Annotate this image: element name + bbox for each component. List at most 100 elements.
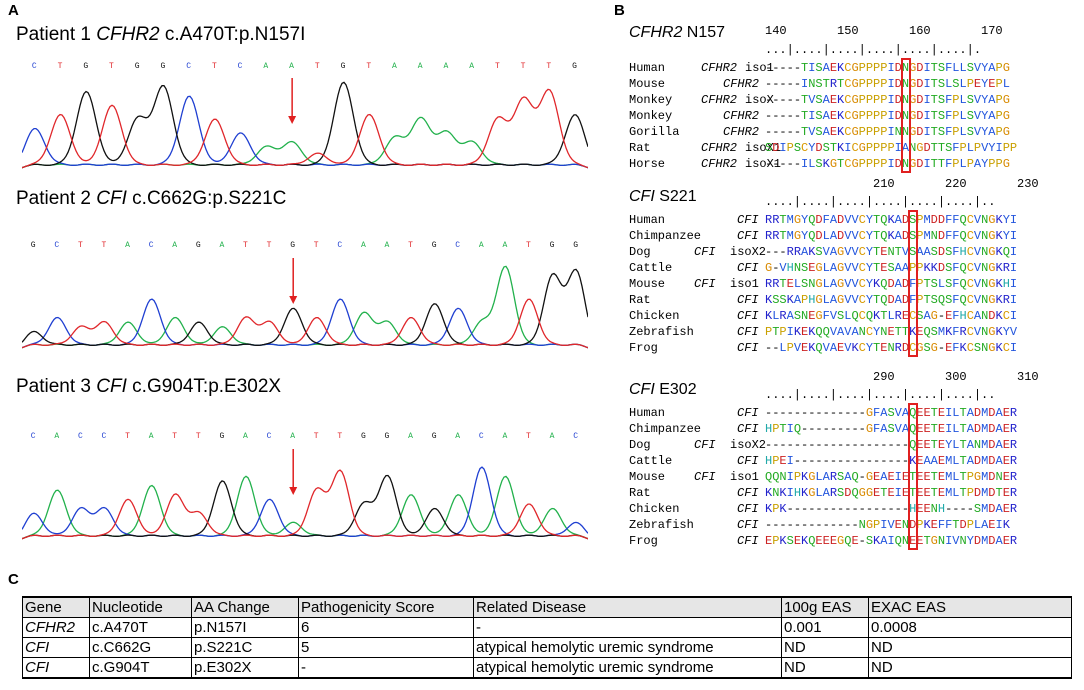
alignment-gene: CFI <box>629 381 655 398</box>
cell-gene: CFHR2 <box>22 617 90 638</box>
gene-label: CFHR2 <box>701 61 738 75</box>
alignment-site: S221 <box>654 188 697 205</box>
sequence: KLRASNEGFVSLQCQKTLRECSAG-EFHCANDKCI <box>765 309 1018 323</box>
base-call: T <box>546 62 552 71</box>
base-call: A <box>384 241 390 250</box>
base-call: G <box>573 241 579 250</box>
base-call: C <box>337 241 343 250</box>
species-label: Zebrafish <box>629 518 694 532</box>
patient-gene: CFHR2 <box>96 24 160 45</box>
base-call: C <box>148 241 154 250</box>
trace-line-T <box>22 298 588 349</box>
species-label: Chicken <box>629 502 680 516</box>
species-label: Horse <box>629 157 666 171</box>
chromatogram-trace <box>22 78 588 169</box>
alignment-row: Human CFHR2 iso1 -----TISAEKCGPPPPIDNGDITSF… <box>629 60 1079 76</box>
base-call: T <box>109 62 114 71</box>
base-call: A <box>392 62 397 71</box>
species-label: Mouse <box>629 77 666 91</box>
alignment-row: Rat CFI KNKIHKGLARSDQGGETEIETEETEMLTPDMDTE… <box>629 485 1079 501</box>
patient-label: Patient 3 <box>16 376 97 397</box>
alignment-gene: CFHR2 <box>629 24 683 41</box>
panel-a-letter: A <box>8 2 19 19</box>
variant-highlight-box <box>900 58 911 173</box>
isoform-label: iso1 <box>730 470 759 484</box>
gene-label: CFI <box>737 502 759 516</box>
patient-title: Patient 2 CFI c.C662G:p.S221C <box>16 188 286 210</box>
gene-label: CFHR2 <box>723 125 760 139</box>
species-label: Frog <box>629 534 658 548</box>
isoform-label: isoX2 <box>730 245 767 259</box>
base-call: A <box>360 241 366 250</box>
species-label: Monkey <box>629 109 673 123</box>
base-call: A <box>469 62 475 71</box>
gene-label: CFI <box>737 309 759 323</box>
base-call: C <box>266 432 272 441</box>
sequence: -------------NGPIVENDPKEFFTDPLAEIK <box>765 518 1010 532</box>
base-call: T <box>526 241 531 250</box>
patient-label: Patient 2 <box>16 188 97 209</box>
alignment-row: Chicken CFI KPK-----------------HEENH----S… <box>629 501 1079 517</box>
alignment-title: CFHR2 N157 <box>629 24 725 42</box>
base-call: C <box>455 241 461 250</box>
base-call: G <box>340 62 346 71</box>
alignment-row: Human CFI RRTMGYQDFADVVCYTQKADSPMDDFFQCVNG… <box>629 212 1079 228</box>
base-call: A <box>455 432 461 441</box>
species-label: Human <box>629 61 666 75</box>
sequence: HPTIQ---------GFASVAQEETEILTADMDAER <box>765 422 1018 436</box>
isoform-label: iso1 <box>730 277 759 291</box>
gene-label: CFI <box>737 325 759 339</box>
base-call: G <box>30 241 36 250</box>
cell-disease: - <box>473 617 782 638</box>
base-call: A <box>219 241 225 250</box>
position-number: 170 <box>981 24 1003 38</box>
species-label: Zebrafish <box>629 325 694 339</box>
sequence: -----TISAEKCGPPPPIDNGDITSFLLSVYAPG <box>765 61 1010 75</box>
base-call: G <box>83 62 89 71</box>
base-call: C <box>573 432 579 441</box>
species-label: Mouse <box>629 470 666 484</box>
sequence: KSSKAPHGLAGVVCYTQDADFPTSQSFQCVNGKRI <box>765 293 1018 307</box>
panel-b-letter: B <box>614 2 625 19</box>
base-call: A <box>443 62 449 71</box>
base-call: A <box>125 241 130 250</box>
sequence: RRTMGYQDLADVVCYTQKADSPMNDFFQCVNGKYI <box>765 229 1018 243</box>
sequence: ---RRAKSVAGVVCYTENTVSAASDSFHCVNGKQI <box>765 245 1018 259</box>
sequence: --LPVEKQVAEVKCYTENRDCGSG-EFKCSNGKCI <box>765 341 1018 355</box>
variant-highlight-box <box>908 210 919 357</box>
trace-line-G <box>22 474 588 540</box>
alignment-site: E302 <box>654 381 697 398</box>
cell-nucleotide: c.G904T <box>89 657 192 679</box>
species-label: Monkey <box>629 93 673 107</box>
alignment-row: Monkey CFHR2 isoX -----TVSAEKCGPPPPIDNGDITS… <box>629 92 1079 108</box>
cell-exac: 0.0008 <box>868 617 1072 638</box>
cell-100g: ND <box>781 637 869 658</box>
alignment-row: Cattle CFI HPEI----------------KEAAEMLTADM… <box>629 453 1079 469</box>
base-call: A <box>148 432 154 441</box>
table-header-row: Gene Nucleotide AA Change Pathogenicity … <box>22 596 1072 618</box>
gene-label: CFI <box>737 293 759 307</box>
base-call: A <box>243 432 248 441</box>
variant-table: Gene Nucleotide AA Change Pathogenicity … <box>22 596 1072 679</box>
patient-variant: c.G904T:p.E302X <box>126 376 282 397</box>
base-call: A <box>417 62 423 71</box>
species-label: Dog <box>629 438 651 452</box>
alignment-row: Frog CFI EPKSEKQEEEGQE-SKAIQNEETGNIVNYDMDA… <box>629 533 1079 549</box>
alignment-row: Gorilla CFHR2 -----TVSAEKCGPPPPINNGDITSFPL… <box>629 124 1079 140</box>
gene-label: CFI <box>694 438 716 452</box>
gene-label: CFHR2 <box>701 157 738 171</box>
alignment-row: Chimpanzee CFI RRTMGYQDLADVVCYTQKADSPMNDFF… <box>629 228 1079 244</box>
cell-exac: ND <box>868 657 1072 679</box>
sequence: --------------GFASVAQEETEILTADMDAER <box>765 406 1018 420</box>
species-label: Chicken <box>629 309 680 323</box>
base-call: A <box>478 241 484 250</box>
header-100g: 100g EAS <box>781 596 869 618</box>
position-number: 140 <box>765 24 787 38</box>
base-call: T <box>313 432 319 441</box>
gene-label: CFHR2 <box>701 141 738 155</box>
base-call: T <box>195 432 201 441</box>
cell-aa-change: p.S221C <box>191 637 299 658</box>
gene-label: CFI <box>737 422 759 436</box>
cell-gene: CFI <box>22 657 90 679</box>
alignment-row: Rat CFI KSSKAPHGLAGVVCYTQDADFPTSQSFQCVNGKR… <box>629 292 1079 308</box>
